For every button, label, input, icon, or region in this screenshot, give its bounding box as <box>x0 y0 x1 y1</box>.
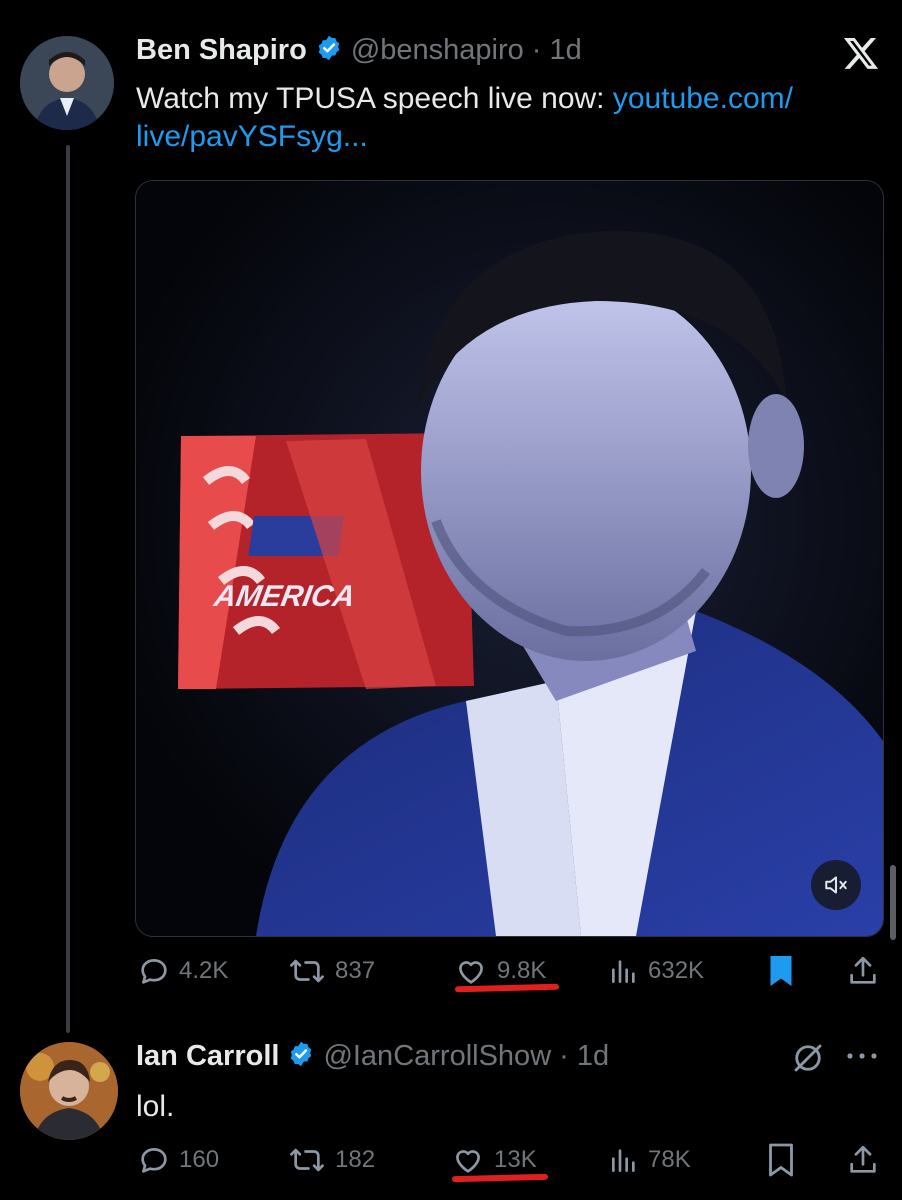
repost-icon <box>290 959 324 983</box>
repost-button[interactable]: 837 <box>287 954 375 988</box>
scrollbar-thumb[interactable] <box>890 865 896 940</box>
reply-button[interactable]: 160 <box>137 1143 219 1177</box>
share-button[interactable] <box>846 953 880 994</box>
tweet-link[interactable]: youtube.com/ <box>613 82 793 115</box>
avatar[interactable] <box>20 1042 118 1140</box>
author-handle[interactable]: @benshapiro <box>351 34 524 67</box>
repost-icon <box>290 1148 324 1172</box>
reply-icon <box>141 1148 167 1173</box>
bookmark-filled-icon <box>770 956 792 986</box>
views-button[interactable]: 632K <box>608 954 704 988</box>
like-button[interactable]: 9.8K <box>453 954 546 988</box>
author-name[interactable]: Ian Carroll <box>136 1040 279 1073</box>
annotation-underline <box>454 983 560 993</box>
timestamp[interactable]: · 1d <box>532 34 582 67</box>
tweet-text: Watch my TPUSA speech live now: youtube.… <box>136 80 876 156</box>
tweet-header: Ian Carroll @IanCarrollShow · 1d <box>136 1040 609 1073</box>
timestamp[interactable]: · 1d <box>559 1040 609 1073</box>
tweet-text: lol. <box>136 1090 175 1123</box>
views-bar-chart-icon <box>612 960 635 983</box>
heart-icon <box>459 961 483 984</box>
view-count: 78K <box>648 1146 691 1173</box>
reply-count: 4.2K <box>179 957 229 984</box>
grok-icon[interactable] <box>790 1040 826 1081</box>
bookmark-button[interactable] <box>766 1142 796 1183</box>
more-options-icon[interactable] <box>845 1048 879 1069</box>
avatar[interactable] <box>20 36 114 130</box>
reply-count: 160 <box>179 1146 220 1173</box>
tweet-header: Ben Shapiro @benshapiro · 1d <box>136 34 582 67</box>
verified-badge-icon <box>315 34 343 67</box>
views-button[interactable]: 78K <box>608 1143 691 1177</box>
views-bar-chart-icon <box>612 1149 635 1172</box>
tweet-body: Watch my TPUSA speech live now: <box>136 82 613 115</box>
like-count: 9.8K <box>497 957 547 984</box>
mute-toggle-button[interactable] <box>811 860 861 910</box>
video-frame: AMERICA <box>136 181 883 936</box>
reply-icon <box>141 959 167 984</box>
like-button[interactable]: 13K <box>450 1143 537 1177</box>
share-button[interactable] <box>846 1142 880 1183</box>
video-screen-text: AMERICA <box>211 580 358 613</box>
author-handle[interactable]: @IanCarrollShow <box>323 1040 551 1073</box>
reply-button[interactable]: 4.2K <box>137 954 228 988</box>
video-player[interactable]: AMERICA <box>135 180 884 937</box>
verified-badge-icon <box>287 1040 315 1073</box>
tweet-link-continued[interactable]: live/pavYSFsyg... <box>136 120 368 153</box>
bookmark-icon <box>769 1143 793 1177</box>
view-count: 632K <box>648 957 705 984</box>
like-count: 13K <box>494 1146 537 1173</box>
repost-button[interactable]: 182 <box>287 1143 375 1177</box>
speaker-muted-icon <box>825 876 847 894</box>
repost-count: 837 <box>335 957 376 984</box>
author-name[interactable]: Ben Shapiro <box>136 34 307 67</box>
share-icon <box>850 956 876 984</box>
share-icon <box>850 1145 876 1173</box>
bookmark-button[interactable] <box>766 953 796 994</box>
heart-icon <box>456 1150 480 1173</box>
annotation-underline <box>451 1173 549 1183</box>
thread-connector-line <box>66 145 70 1033</box>
x-logo-icon[interactable] <box>841 34 881 72</box>
repost-count: 182 <box>335 1146 376 1173</box>
